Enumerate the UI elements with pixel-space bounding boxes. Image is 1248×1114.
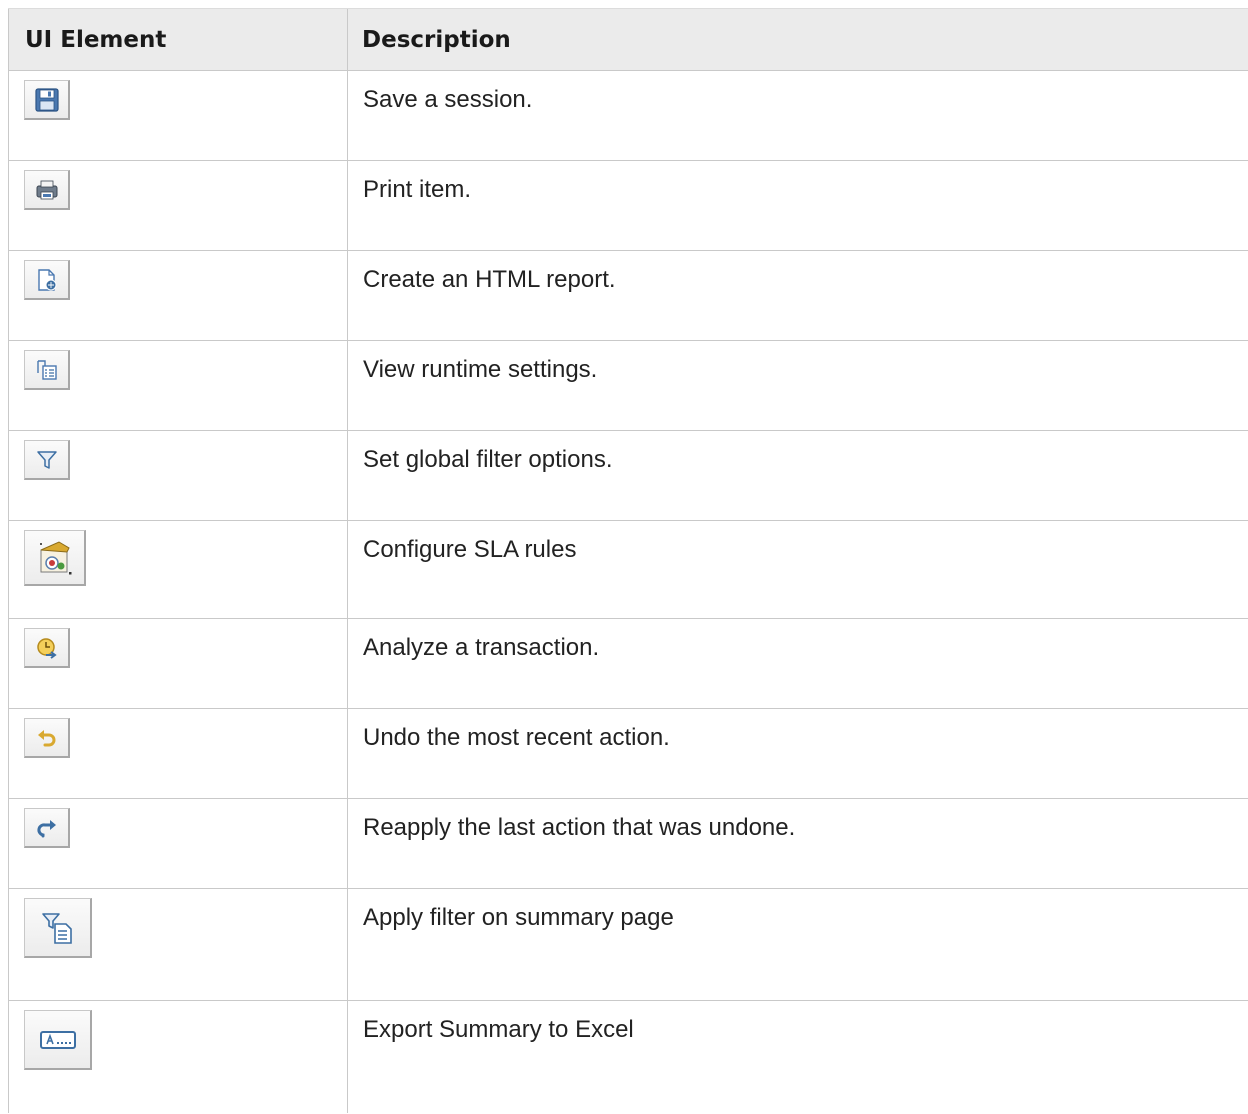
html-report-icon	[37, 268, 56, 291]
table-row: Analyze a transaction.	[8, 618, 1248, 709]
icon-cell	[8, 520, 348, 619]
row-description: View runtime settings.	[347, 340, 1248, 431]
row-description: Save a session.	[347, 70, 1248, 161]
sla-rules-icon	[39, 540, 71, 574]
sla-rules-button[interactable]	[24, 530, 86, 586]
undo-icon	[37, 729, 55, 746]
global-filter-button[interactable]	[24, 440, 70, 480]
table-row: Save a session.	[8, 70, 1248, 161]
print-button[interactable]	[24, 170, 70, 210]
column-header-ui-element: UI Element	[8, 8, 348, 71]
icon-cell	[8, 708, 348, 799]
row-description: Reapply the last action that was undone.	[347, 798, 1248, 889]
row-description: Print item.	[347, 160, 1248, 251]
row-description: Apply filter on summary page	[347, 888, 1248, 1001]
table-row: View runtime settings.	[8, 340, 1248, 431]
save-icon	[34, 87, 59, 112]
runtime-settings-button[interactable]	[24, 350, 70, 390]
icon-cell	[8, 250, 348, 341]
icon-cell	[8, 798, 348, 889]
print-icon	[36, 180, 57, 199]
row-description: Undo the most recent action.	[347, 708, 1248, 799]
table-row: Create an HTML report.	[8, 250, 1248, 341]
summary-filter-icon	[41, 912, 72, 944]
icon-cell	[8, 1000, 348, 1113]
icon-cell	[8, 618, 348, 709]
table-row: Export Summary to Excel	[8, 1000, 1248, 1113]
summary-filter-button[interactable]	[24, 898, 92, 958]
save-button[interactable]	[24, 80, 70, 120]
table-row: Configure SLA rules	[8, 520, 1248, 619]
icon-cell	[8, 430, 348, 521]
undo-button[interactable]	[24, 718, 70, 758]
table-row: Apply filter on summary page	[8, 888, 1248, 1001]
redo-icon	[36, 819, 56, 837]
html-report-button[interactable]	[24, 260, 70, 300]
icon-cell	[8, 160, 348, 251]
ui-element-table: UI Element Description Save a session. P…	[8, 8, 1248, 1113]
row-description: Configure SLA rules	[347, 520, 1248, 619]
table-row: Print item.	[8, 160, 1248, 251]
table-row: Set global filter options.	[8, 430, 1248, 521]
row-description: Set global filter options.	[347, 430, 1248, 521]
filter-icon	[36, 450, 57, 469]
row-description: Create an HTML report.	[347, 250, 1248, 341]
analyze-transaction-button[interactable]	[24, 628, 70, 668]
table-row: Reapply the last action that was undone.	[8, 798, 1248, 889]
export-excel-button[interactable]	[24, 1010, 92, 1070]
table-row: Undo the most recent action.	[8, 708, 1248, 799]
export-excel-icon	[39, 1030, 76, 1049]
row-description: Analyze a transaction.	[347, 618, 1248, 709]
table-header-row: UI Element Description	[8, 8, 1248, 71]
runtime-settings-icon	[36, 359, 57, 380]
row-description: Export Summary to Excel	[347, 1000, 1248, 1113]
icon-cell	[8, 70, 348, 161]
redo-button[interactable]	[24, 808, 70, 848]
column-header-description: Description	[347, 8, 1248, 71]
analyze-transaction-icon	[36, 637, 57, 659]
icon-cell	[8, 888, 348, 1001]
icon-cell	[8, 340, 348, 431]
